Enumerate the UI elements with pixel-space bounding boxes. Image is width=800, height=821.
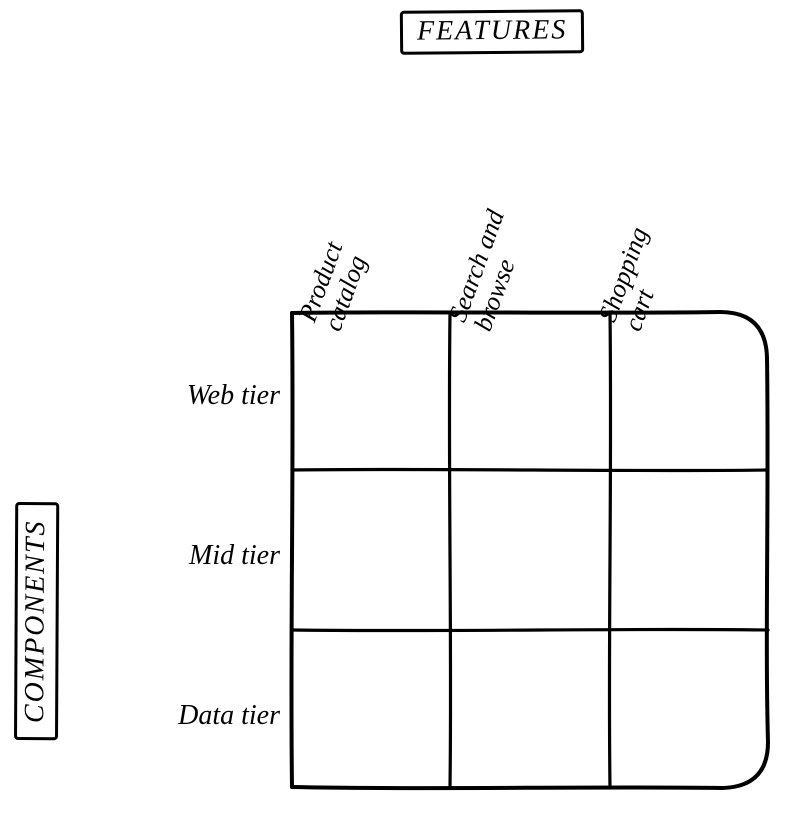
component-label-web-tier: Web tier [80,380,280,412]
component-label-data-tier: Data tier [80,700,280,732]
features-title-box: FEATURES [400,9,585,55]
feature-header-product-catalog: Product catalog [294,72,434,335]
components-title-box: COMPONENTS [14,502,59,740]
features-title-text: FEATURES [417,14,568,46]
feature-header-search-and-browse: Search and browse [444,72,584,335]
components-title-text: COMPONENTS [19,519,51,723]
grid-svg [290,310,770,790]
diagram-canvas: FEATURES COMPONENTS Product catalog Sear… [0,0,800,821]
matrix-grid [290,310,770,790]
feature-header-shopping-cart: Shopping cart [594,72,734,335]
component-label-mid-tier: Mid tier [80,540,280,572]
